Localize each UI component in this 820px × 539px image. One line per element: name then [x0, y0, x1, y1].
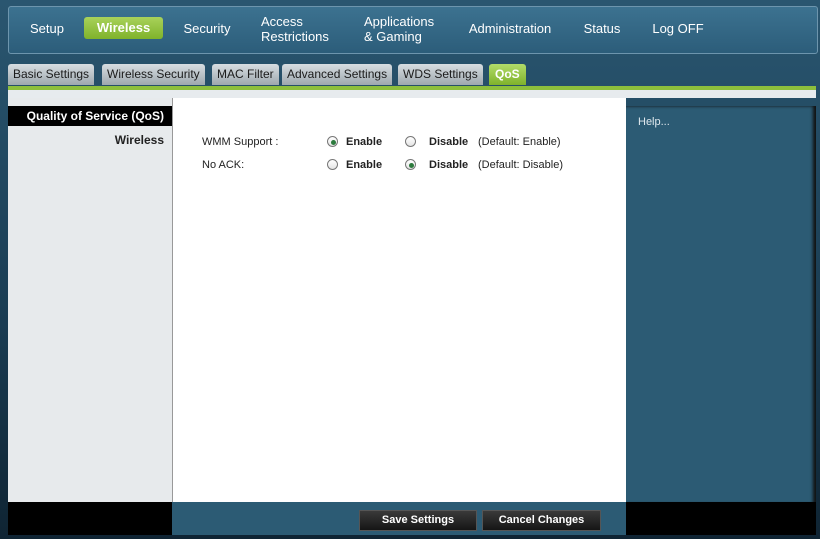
nav-security[interactable]: Security	[181, 21, 233, 36]
no-ack-label: No ACK:	[202, 159, 244, 171]
nav-gaming-label: & Gaming	[364, 29, 422, 44]
no-ack-row: No ACK: Enable Disable (Default: Disable…	[172, 157, 626, 175]
nav-wireless[interactable]: Wireless	[84, 17, 163, 39]
nav-setup[interactable]: Setup	[25, 21, 69, 36]
wmm-enable-radio[interactable]	[327, 136, 338, 147]
nav-logoff[interactable]: Log OFF	[650, 21, 706, 36]
help-link[interactable]: Help...	[638, 116, 670, 128]
nav-access-label: Access	[261, 14, 303, 29]
wmm-enable-label[interactable]: Enable	[346, 136, 382, 148]
nav-status[interactable]: Status	[580, 21, 624, 36]
content-panel: WMM Support : Enable Disable (Default: E…	[172, 98, 626, 508]
section-subheading: Wireless	[8, 133, 172, 147]
sub-tabs: Basic Settings Wireless Security MAC Fil…	[8, 62, 816, 88]
cancel-changes-button[interactable]: Cancel Changes	[482, 510, 601, 531]
noack-disable-radio[interactable]	[405, 159, 416, 170]
tab-basic-settings[interactable]: Basic Settings	[8, 64, 94, 85]
nav-applications-label: Applications	[364, 14, 434, 29]
save-settings-button[interactable]: Save Settings	[359, 510, 477, 531]
tab-mac-filter[interactable]: MAC Filter	[212, 64, 279, 85]
wmm-disable-label[interactable]: Disable	[429, 136, 468, 148]
wmm-default-note: (Default: Enable)	[478, 136, 561, 148]
noack-default-note: (Default: Disable)	[478, 159, 563, 171]
tab-advanced-settings[interactable]: Advanced Settings	[282, 64, 392, 85]
nav-applications-gaming[interactable]: Applications & Gaming	[364, 14, 440, 44]
wmm-support-label: WMM Support :	[202, 136, 278, 148]
nav-access-restrictions[interactable]: Access Restrictions	[261, 14, 333, 44]
tab-wireless-security[interactable]: Wireless Security	[102, 64, 205, 85]
top-navigation: Setup Wireless Security Access Restricti…	[8, 6, 818, 54]
tab-qos[interactable]: QoS	[489, 64, 526, 85]
noack-disable-label[interactable]: Disable	[429, 159, 468, 171]
tab-wds-settings[interactable]: WDS Settings	[398, 64, 483, 85]
wmm-disable-radio[interactable]	[405, 136, 416, 147]
section-heading: Quality of Service (QoS)	[8, 106, 172, 126]
content-top-strip	[8, 90, 816, 98]
wmm-support-row: WMM Support : Enable Disable (Default: E…	[172, 134, 626, 152]
noack-enable-radio[interactable]	[327, 159, 338, 170]
help-panel: Help...	[626, 106, 816, 504]
left-panel: Quality of Service (QoS) Wireless	[8, 98, 172, 504]
nav-restrictions-label: Restrictions	[261, 29, 329, 44]
noack-enable-label[interactable]: Enable	[346, 159, 382, 171]
bottom-right-box	[728, 505, 810, 525]
nav-administration[interactable]: Administration	[466, 21, 554, 36]
